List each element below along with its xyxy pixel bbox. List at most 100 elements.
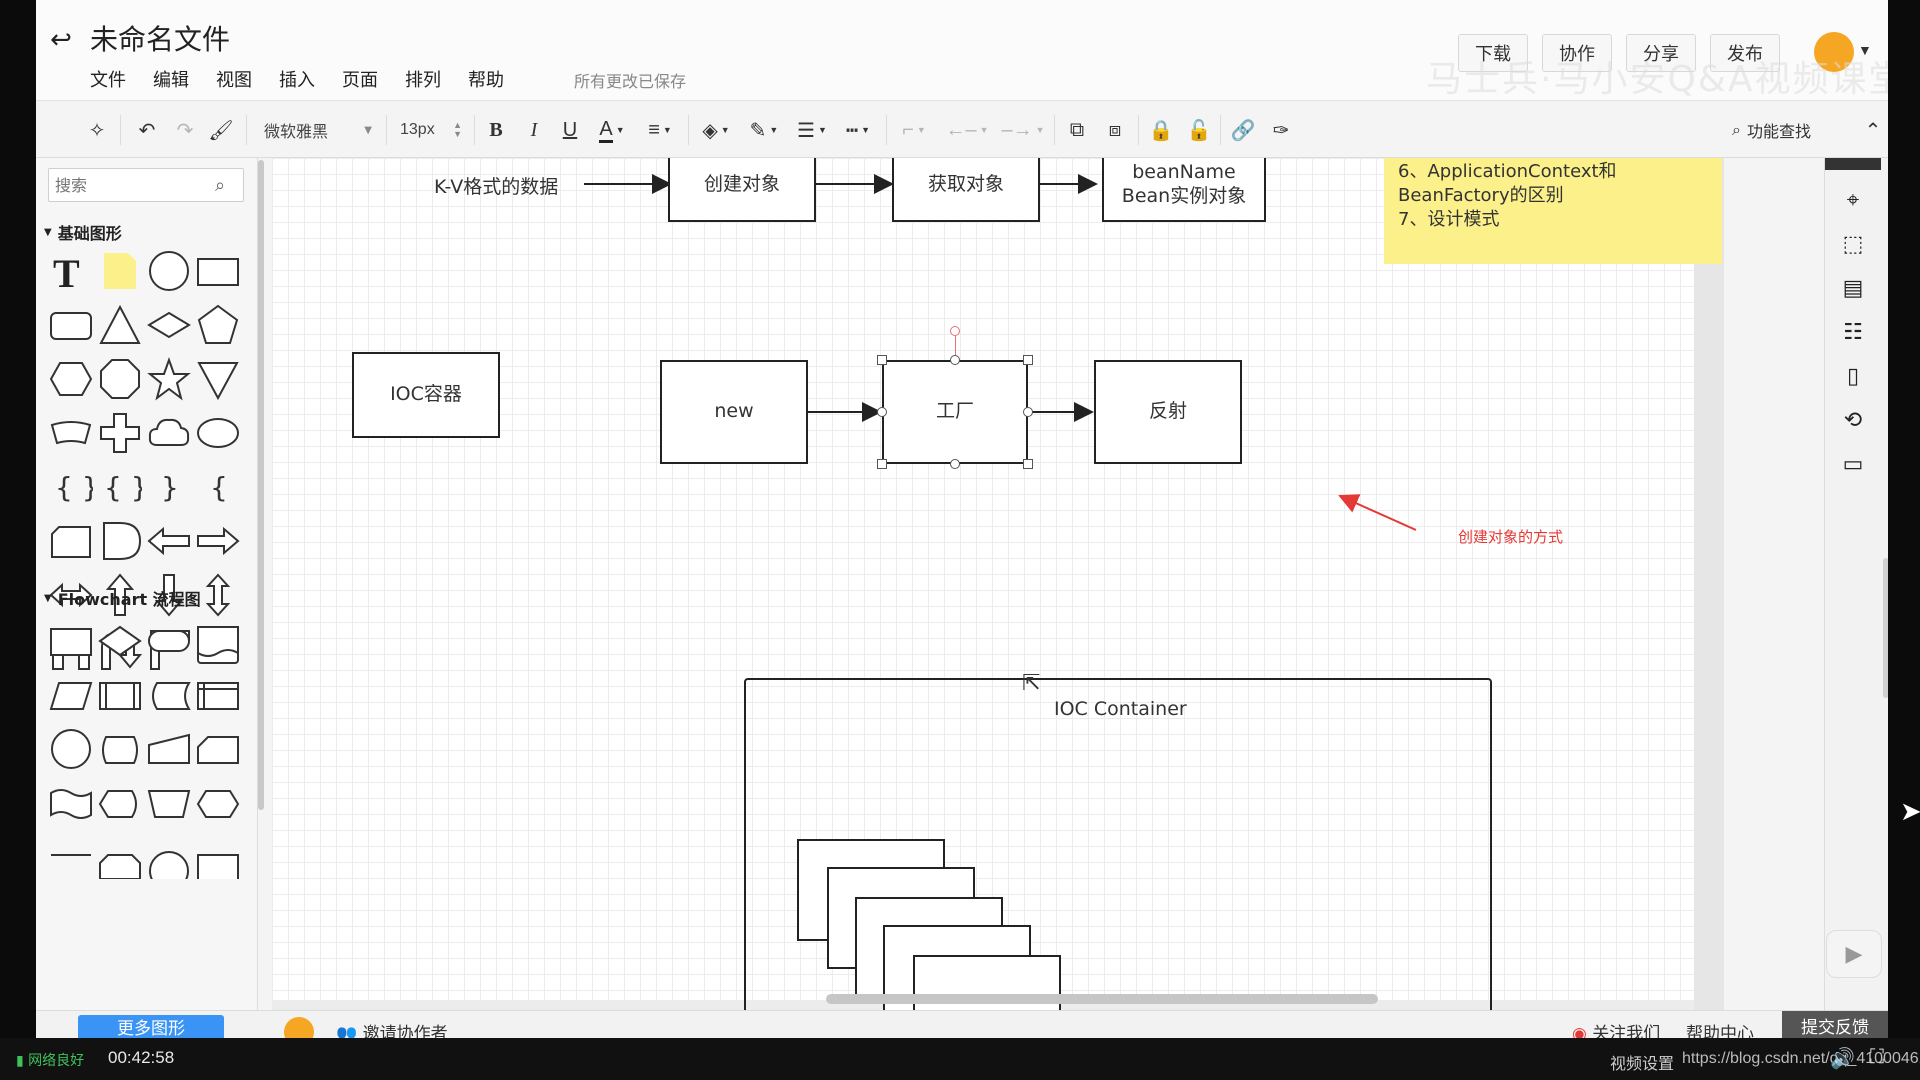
resize-handle-sw[interactable] [877,459,887,469]
resize-handle-ne[interactable] [1023,355,1033,365]
undo-icon[interactable]: ↶ [132,113,162,147]
font-size-select[interactable]: 13px ▲ ▼ [396,115,466,145]
page-panel-icon[interactable]: ▯ [1837,360,1869,392]
back-arrow-icon[interactable]: ↩ [46,24,76,54]
preparation-shape[interactable] [193,776,242,830]
ioc-container-frame[interactable] [744,678,1492,1010]
fill-color-icon[interactable]: ◈ ▼ [696,113,736,147]
arrow-left-shape[interactable] [144,514,193,568]
triangle-shape[interactable] [95,298,144,352]
connector-type-icon[interactable]: ⌐ ▼ [894,113,934,147]
menu-file[interactable]: 文件 [90,66,126,92]
octagon-shape[interactable] [95,352,144,406]
font-color-icon[interactable]: A ▼ [592,113,632,147]
line-style-icon[interactable]: ┅ ▼ [838,113,878,147]
comment-icon[interactable]: ▭ [1837,448,1869,480]
manual-operation-shape[interactable] [144,776,193,830]
search-icon[interactable]: ⌕ [215,175,225,196]
delay-shape[interactable] [95,514,144,568]
paint-format-icon[interactable]: 🖌 [206,113,236,147]
stored-data-shape[interactable] [144,668,193,722]
cloud-shape[interactable] [144,406,193,460]
volume-icon[interactable]: 🔊 [1830,1046,1855,1071]
underline-icon[interactable]: U [556,113,584,147]
link-icon[interactable]: 🔗 [1228,113,1258,147]
resize-handle-s[interactable] [950,459,960,469]
menu-edit[interactable]: 编辑 [153,66,189,92]
factory-box[interactable]: 工厂 [882,360,1028,464]
style-panel-icon[interactable]: ⬚ [1837,228,1869,260]
brace-single-shape[interactable]: { [193,460,242,514]
reflect-box[interactable]: 反射 [1094,360,1242,464]
display-shape[interactable] [95,776,144,830]
sticky-note[interactable]: 6、ApplicationContext和 BeanFactory的区别 7、设… [1384,158,1722,264]
fullscreen-icon[interactable]: ⛶ [1870,1046,1884,1069]
video-settings-button[interactable]: 视频设置 [1610,1050,1674,1074]
decision-shape[interactable] [95,614,144,668]
italic-icon[interactable]: I [520,113,548,147]
ribbon-shape[interactable] [46,406,95,460]
off-page-shape[interactable] [144,830,193,884]
rotate-handle[interactable] [950,326,960,336]
menu-view[interactable]: 视图 [216,66,252,92]
loop-limit-shape[interactable] [95,830,144,884]
annotation-shape[interactable] [46,830,95,884]
arrow-right-shape[interactable] [193,514,242,568]
off-page-rect-shape[interactable] [193,830,242,884]
play-icon[interactable]: ▶ [1826,930,1882,978]
kv-data-label[interactable]: K-V格式的数据 [434,172,558,199]
rounded-rect-shape[interactable] [46,298,95,352]
star-shape[interactable] [144,352,193,406]
bracket-shape[interactable]: { } [95,460,144,514]
lock-icon[interactable]: 🔒 [1146,113,1176,147]
annotation-arrow[interactable] [1338,494,1417,531]
resize-handle-nw[interactable] [877,355,887,365]
brace-right-shape[interactable]: } [144,460,193,514]
process-shape[interactable] [46,614,95,668]
section-flowchart[interactable]: ▼ Flowchart 流程图 [44,586,201,610]
unlock-icon[interactable]: 🔓 [1184,113,1214,147]
bean-instance-box[interactable]: beanName Bean实例对象 [1102,158,1266,222]
line-width-icon[interactable]: ☰ ▼ [792,113,832,147]
menu-page[interactable]: 页面 [342,66,378,92]
note-shape[interactable] [95,244,144,298]
cross-shape[interactable] [95,406,144,460]
circle-shape[interactable] [144,244,193,298]
navigator-icon[interactable]: ⌖ [1837,184,1869,216]
font-family-select[interactable]: 微软雅黑 ▼ [260,115,380,145]
resize-handle-se[interactable] [1023,459,1033,469]
function-search[interactable]: ⌕ 功能查找 [1732,115,1811,145]
card-flow-shape[interactable] [193,722,242,776]
data-shape[interactable] [46,668,95,722]
align-icon[interactable]: ≡ ▼ [640,113,680,147]
drawing-canvas[interactable]: K-V格式的数据 创建对象 获取对象 beanName Bean实例对象 6、A… [272,158,1724,1010]
inverted-triangle-shape[interactable] [193,352,242,406]
create-object-box[interactable]: 创建对象 [668,158,816,222]
predefined-process-shape[interactable] [95,668,144,722]
line-color-icon[interactable]: ✎ ▼ [744,113,784,147]
ioc-container-box[interactable]: IOC容器 [352,352,500,438]
sidebar-scrollbar[interactable] [258,160,264,810]
internal-storage-shape[interactable] [193,668,242,722]
terminator-shape[interactable] [144,614,193,668]
tape-shape[interactable] [46,776,95,830]
resize-handle-e[interactable] [1023,407,1033,417]
diamond-shape[interactable] [144,298,193,352]
document-shape[interactable] [193,614,242,668]
ioc-container-title[interactable]: IOC Container [1054,698,1187,720]
horizontal-scrollbar[interactable] [826,994,1378,1004]
menu-arrange[interactable]: 排列 [405,66,441,92]
feedback-button[interactable]: 提交反馈 [1782,1011,1888,1038]
history-icon[interactable]: ⟲ [1837,404,1869,436]
help-center-link[interactable]: 帮助中心 [1686,1019,1754,1038]
rectangle-shape[interactable] [193,244,242,298]
card-shape[interactable] [46,514,95,568]
data-panel-icon[interactable]: ☷ [1837,316,1869,348]
ellipse-shape[interactable] [193,406,242,460]
manual-input-shape[interactable] [144,722,193,776]
send-back-icon[interactable]: ⧈ [1100,113,1130,147]
resize-handle-n[interactable] [950,355,960,365]
invite-collaborator-button[interactable]: 👥 邀请协作者 [336,1019,448,1038]
collapse-up-icon[interactable]: ⌃ [1858,115,1888,145]
resize-handle-w[interactable] [877,407,887,417]
